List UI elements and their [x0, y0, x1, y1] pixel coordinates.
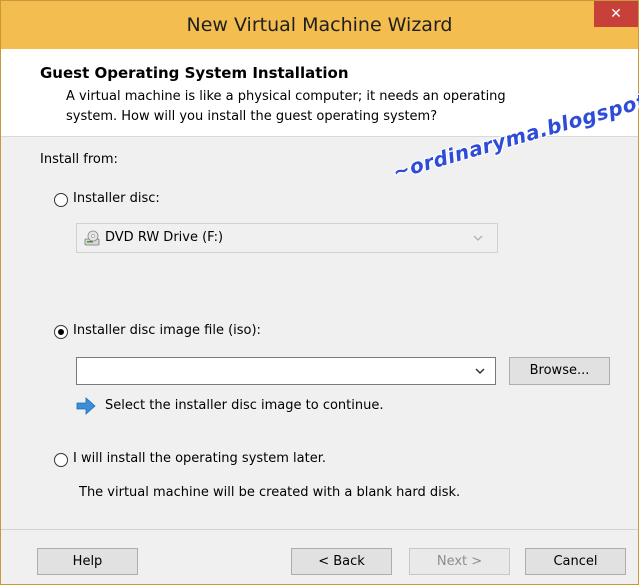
browse-button[interactable]: Browse... [509, 357, 610, 385]
footer-divider [1, 529, 638, 530]
page-title: Guest Operating System Installation [40, 64, 349, 82]
close-button[interactable]: ✕ [594, 1, 638, 27]
installer-disc-label[interactable]: Installer disc: [73, 191, 160, 206]
disc-image-label[interactable]: Installer disc image file (iso): [73, 323, 261, 338]
iso-path-input[interactable] [79, 360, 463, 384]
install-later-description: The virtual machine will be created with… [79, 485, 461, 500]
info-arrow-icon [76, 397, 96, 415]
chevron-down-icon [473, 235, 483, 241]
radio-selected-dot [58, 329, 64, 335]
close-icon: ✕ [610, 6, 622, 22]
title-bar[interactable]: New Virtual Machine Wizard ✕ [1, 1, 638, 49]
iso-hint-text: Select the installer disc image to conti… [105, 398, 384, 413]
install-from-label: Install from: [40, 152, 118, 167]
cancel-button[interactable]: Cancel [525, 548, 626, 575]
install-later-radio[interactable] [54, 453, 68, 467]
page-description-line-1: A virtual machine is like a physical com… [66, 89, 506, 104]
installer-disc-radio[interactable] [54, 193, 68, 207]
window-title: New Virtual Machine Wizard [186, 14, 453, 36]
dvd-drive-icon [84, 230, 100, 246]
drive-select[interactable]: DVD RW Drive (F:) [76, 223, 498, 253]
page-description-line-2: system. How will you install the guest o… [66, 109, 438, 124]
help-button[interactable]: Help [37, 548, 138, 575]
next-button[interactable]: Next > [409, 548, 510, 575]
chevron-down-icon[interactable] [475, 368, 485, 375]
drive-select-value: DVD RW Drive (F:) [105, 230, 224, 245]
install-later-label[interactable]: I will install the operating system late… [73, 451, 326, 466]
back-button[interactable]: < Back [291, 548, 392, 575]
disc-image-radio[interactable] [54, 325, 68, 339]
wizard-window: New Virtual Machine Wizard ✕ Guest Opera… [0, 0, 639, 585]
iso-path-combobox[interactable] [76, 357, 496, 385]
